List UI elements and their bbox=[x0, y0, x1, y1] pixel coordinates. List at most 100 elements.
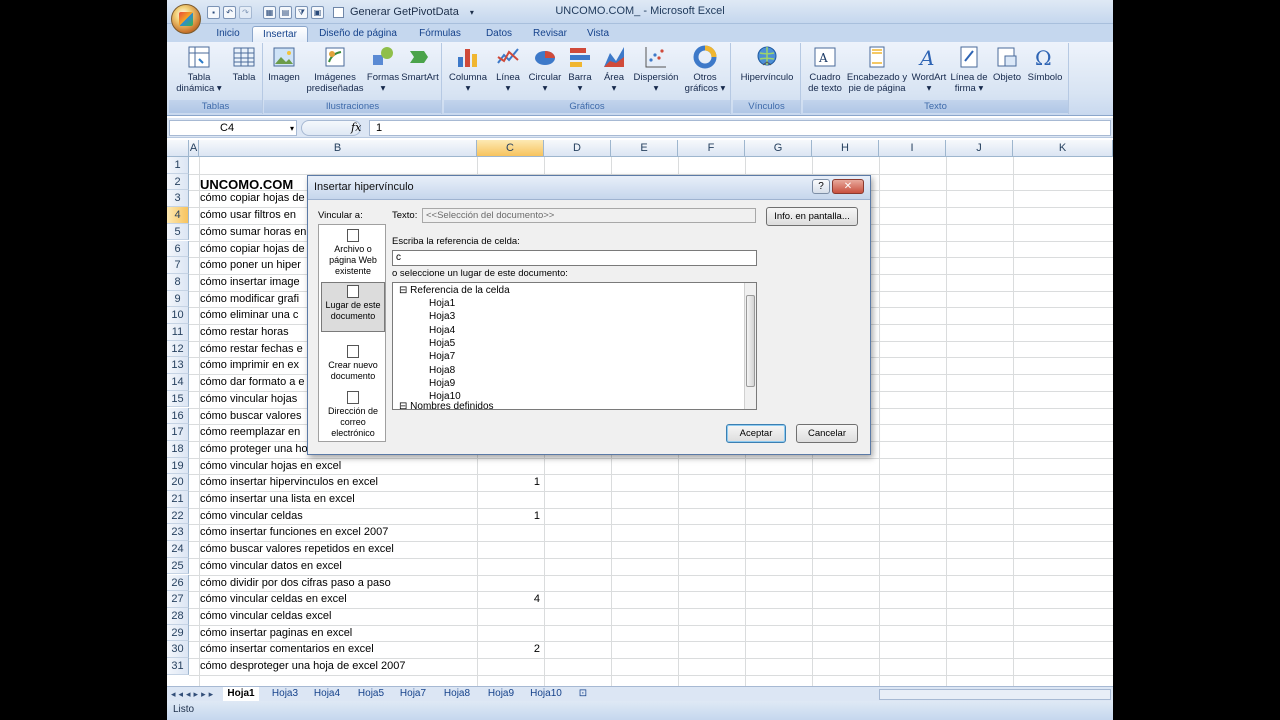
sheet-tab-hoja1[interactable]: Hoja1 bbox=[223, 687, 259, 701]
cell-b31[interactable]: cómo desproteger una hoja de excel 2007 bbox=[200, 658, 405, 674]
tree-item-hoja7[interactable]: Hoja7 bbox=[429, 351, 455, 363]
bar-chart-button[interactable]: Barra ▾ bbox=[564, 45, 596, 94]
cell-b13[interactable]: cómo imprimir en ex bbox=[200, 357, 299, 373]
area-chart-button[interactable]: Área ▾ bbox=[598, 45, 630, 94]
tab-formulas[interactable]: Fórmulas bbox=[415, 26, 465, 42]
symbol-button[interactable]: Ω Símbolo bbox=[1025, 45, 1065, 83]
cell-b10[interactable]: cómo eliminar una c bbox=[200, 307, 298, 323]
textbox-button[interactable]: A Cuadro de texto bbox=[805, 45, 845, 94]
document-place-tree[interactable]: ⊟ Referencia de la celda ⊟ Nombres defin… bbox=[392, 282, 757, 410]
shapes-button[interactable]: Formas ▾ bbox=[366, 45, 400, 94]
clipart-button[interactable]: Imágenes prediseñadas bbox=[304, 45, 366, 94]
cell-b22[interactable]: cómo vincular celdas bbox=[200, 508, 303, 524]
row-header-12[interactable]: 12 bbox=[167, 340, 189, 358]
cell-b17[interactable]: cómo reemplazar en bbox=[200, 424, 300, 440]
row-header-15[interactable]: 15 bbox=[167, 390, 189, 408]
office-button[interactable] bbox=[171, 4, 201, 34]
column-header-b[interactable]: B bbox=[199, 140, 477, 157]
tree-item-hoja5[interactable]: Hoja5 bbox=[429, 338, 455, 350]
tree-item-hoja4[interactable]: Hoja4 bbox=[429, 325, 455, 337]
sheet-navigation-icon[interactable]: ◂◂◂▸▸▸ bbox=[171, 687, 216, 701]
row-header-30[interactable]: 30 bbox=[167, 641, 189, 658]
column-chart-button[interactable]: Columna ▾ bbox=[446, 45, 490, 94]
column-header-a[interactable]: A bbox=[189, 140, 199, 157]
tab-inicio[interactable]: Inicio bbox=[211, 26, 245, 42]
other-charts-button[interactable]: Otros gráficos ▾ bbox=[684, 45, 726, 94]
tab-vista[interactable]: Vista bbox=[581, 26, 615, 42]
cell-b29[interactable]: cómo insertar paginas en excel bbox=[200, 625, 352, 641]
tree-item-hoja3[interactable]: Hoja3 bbox=[429, 311, 455, 323]
row-header-22[interactable]: 22 bbox=[167, 507, 189, 525]
tab-insertar[interactable]: Insertar bbox=[252, 26, 308, 42]
cell-b6[interactable]: cómo copiar hojas de bbox=[200, 241, 305, 257]
row-header-6[interactable]: 6 bbox=[167, 240, 189, 258]
column-header-g[interactable]: G bbox=[745, 140, 812, 157]
name-box[interactable]: C4 ▾ bbox=[169, 120, 297, 136]
cell-b15[interactable]: cómo vincular hojas bbox=[200, 391, 297, 407]
row-header-4[interactable]: 4 bbox=[167, 207, 189, 224]
sheet-tab-hoja7[interactable]: Hoja7 bbox=[395, 687, 431, 701]
screentip-button[interactable]: Info. en pantalla... bbox=[766, 207, 858, 226]
link-email[interactable]: Dirección de correo electrónico bbox=[321, 389, 385, 439]
formula-input[interactable]: 1 bbox=[369, 120, 1111, 136]
row-header-9[interactable]: 9 bbox=[167, 290, 189, 308]
cell-b24[interactable]: cómo buscar valores repetidos en excel bbox=[200, 541, 394, 557]
row-header-18[interactable]: 18 bbox=[167, 440, 189, 458]
column-header-h[interactable]: H bbox=[812, 140, 879, 157]
tab-diseno-pagina[interactable]: Diseño de página bbox=[315, 26, 401, 42]
cell-b19[interactable]: cómo vincular hojas en excel bbox=[200, 458, 341, 474]
row-header-20[interactable]: 20 bbox=[167, 474, 189, 491]
link-place-in-document[interactable]: Lugar de este documento bbox=[321, 282, 385, 332]
pivot-table-button[interactable]: Tabla dinámica ▾ bbox=[173, 45, 225, 94]
cell-b20[interactable]: cómo insertar hipervinculos en excel bbox=[200, 474, 378, 490]
sheet-tab-hoja9[interactable]: Hoja9 bbox=[483, 687, 519, 701]
cell-b28[interactable]: cómo vincular celdas excel bbox=[200, 608, 331, 624]
cell-b30[interactable]: cómo insertar comentarios en excel bbox=[200, 641, 374, 657]
wordart-button[interactable]: A WordArt ▾ bbox=[909, 45, 949, 94]
row-header-28[interactable]: 28 bbox=[167, 607, 189, 625]
cancel-button[interactable]: Cancelar bbox=[796, 424, 858, 443]
column-header-i[interactable]: I bbox=[879, 140, 946, 157]
cell-b4[interactable]: cómo usar filtros en bbox=[200, 207, 296, 223]
cell-c30[interactable]: 2 bbox=[480, 641, 540, 657]
sheet-tab-hoja5[interactable]: Hoja5 bbox=[353, 687, 389, 701]
column-header-c[interactable]: C bbox=[477, 140, 544, 157]
cell-b21[interactable]: cómo insertar una lista en excel bbox=[200, 491, 355, 507]
display-text-field[interactable]: <<Selección del documento>> bbox=[422, 208, 756, 223]
tree-item-hoja10[interactable]: Hoja10 bbox=[429, 391, 461, 403]
cell-b25[interactable]: cómo vincular datos en excel bbox=[200, 558, 342, 574]
row-header-13[interactable]: 13 bbox=[167, 357, 189, 375]
link-existing-file[interactable]: Archivo o página Web existente bbox=[321, 227, 385, 276]
cell-b12[interactable]: cómo restar fechas e bbox=[200, 341, 303, 357]
column-header-f[interactable]: F bbox=[678, 140, 745, 157]
pie-chart-button[interactable]: Circular ▾ bbox=[526, 45, 564, 94]
row-header-21[interactable]: 21 bbox=[167, 491, 189, 508]
horizontal-scrollbar[interactable] bbox=[879, 689, 1111, 700]
name-box-dropdown-icon[interactable]: ▾ bbox=[290, 122, 294, 136]
row-header-10[interactable]: 10 bbox=[167, 307, 189, 324]
column-header-j[interactable]: J bbox=[946, 140, 1013, 157]
object-button[interactable]: Objeto bbox=[989, 45, 1025, 83]
close-icon[interactable]: ✕ bbox=[832, 179, 864, 194]
sheet-tab-hoja4[interactable]: Hoja4 bbox=[309, 687, 345, 701]
link-new-document[interactable]: Crear nuevo documento bbox=[321, 343, 385, 383]
row-header-7[interactable]: 7 bbox=[167, 257, 189, 274]
cell-b23[interactable]: cómo insertar funciones en excel 2007 bbox=[200, 524, 388, 540]
smartart-button[interactable]: SmartArt bbox=[400, 45, 440, 83]
tab-revisar[interactable]: Revisar bbox=[529, 26, 571, 42]
row-header-5[interactable]: 5 bbox=[167, 223, 189, 241]
cell-b3[interactable]: cómo copiar hojas de bbox=[200, 190, 305, 206]
sheet-tab-hoja3[interactable]: Hoja3 bbox=[267, 687, 303, 701]
help-icon[interactable]: ? bbox=[812, 179, 830, 194]
cell-b14[interactable]: cómo dar formato a e bbox=[200, 374, 305, 390]
row-header-17[interactable]: 17 bbox=[167, 424, 189, 441]
cell-b8[interactable]: cómo insertar image bbox=[200, 274, 300, 290]
cell-reference-input[interactable]: c bbox=[392, 250, 757, 266]
scatter-chart-button[interactable]: Dispersión ▾ bbox=[630, 45, 682, 94]
column-header-e[interactable]: E bbox=[611, 140, 678, 157]
header-footer-button[interactable]: Encabezado y pie de página bbox=[845, 45, 909, 94]
tree-scroll-thumb[interactable] bbox=[746, 295, 755, 387]
row-header-24[interactable]: 24 bbox=[167, 541, 189, 558]
row-header-26[interactable]: 26 bbox=[167, 574, 189, 592]
cell-b27[interactable]: cómo vincular celdas en excel bbox=[200, 591, 347, 607]
